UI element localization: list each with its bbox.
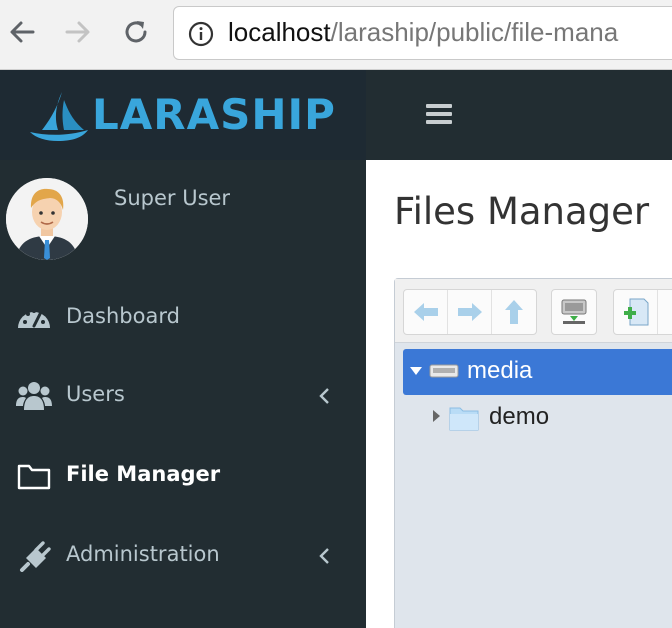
reload-icon <box>125 21 147 43</box>
plug-icon <box>20 541 51 572</box>
caret-right-icon[interactable] <box>431 409 441 423</box>
tree-item-label: demo <box>489 403 550 430</box>
arrow-left-icon <box>10 21 35 43</box>
file-actions-button-group <box>613 289 672 335</box>
url-path: /laraship/public/file-mana <box>330 17 619 47</box>
sidebar-item-users[interactable]: Users <box>0 366 366 426</box>
tree-item-label: media <box>467 357 533 384</box>
folder-icon <box>17 464 51 490</box>
browser-toolbar: localhost/laraship/public/file-mana <box>0 0 672 70</box>
users-icon <box>16 382 52 410</box>
sidebar-toggle-button[interactable] <box>426 104 452 126</box>
back-button[interactable] <box>404 290 448 334</box>
logo[interactable]: LARASHIP <box>0 70 366 160</box>
page-title: Files Manager <box>394 190 650 233</box>
caret-down-icon[interactable] <box>409 365 423 377</box>
home-button-group <box>551 289 597 335</box>
sidebar-item-label: Dashboard <box>66 304 180 328</box>
tree-item-media[interactable]: media <box>403 349 672 395</box>
info-icon[interactable] <box>188 21 214 47</box>
new-file-icon <box>623 298 648 326</box>
user-avatar-icon <box>6 178 88 260</box>
arrow-left-icon <box>413 303 438 321</box>
sidebar: Super User Dashboard Users File Manager … <box>0 160 366 628</box>
toolbar-button[interactable] <box>658 290 672 334</box>
forward-button[interactable] <box>60 14 96 50</box>
home-drive-button[interactable] <box>552 290 596 334</box>
drive-icon <box>429 364 459 378</box>
dashboard-icon <box>18 309 50 328</box>
file-manager-panel: media demo <box>394 278 672 628</box>
arrow-right-icon <box>65 21 90 43</box>
file-manager-toolbar <box>395 279 672 343</box>
navigation-button-group <box>403 289 537 335</box>
url-text: localhost/laraship/public/file-mana <box>228 17 618 48</box>
sidebar-item-label: File Manager <box>66 462 221 486</box>
app-header: LARASHIP <box>0 70 672 160</box>
sidebar-item-file-manager[interactable]: File Manager <box>0 446 366 506</box>
arrow-up-icon <box>505 300 523 324</box>
main-content: Files Manager media demo <box>366 160 672 628</box>
new-file-button[interactable] <box>614 290 658 334</box>
drive-icon <box>561 299 587 324</box>
arrow-right-icon <box>457 303 482 321</box>
tree-item-demo[interactable]: demo <box>403 395 672 441</box>
chevron-left-icon <box>319 548 329 564</box>
sidebar-item-label: Users <box>66 382 125 406</box>
avatar <box>6 178 88 260</box>
sidebar-item-dashboard[interactable]: Dashboard <box>0 288 366 348</box>
folder-icon <box>449 407 479 431</box>
user-name: Super User <box>114 186 231 210</box>
back-button[interactable] <box>4 14 40 50</box>
address-bar[interactable]: localhost/laraship/public/file-mana <box>173 6 672 60</box>
logo-text: LARASHIP <box>92 90 336 139</box>
sidebar-item-label: Administration <box>66 542 220 566</box>
url-host: localhost <box>228 17 331 47</box>
chevron-left-icon <box>319 388 329 404</box>
sidebar-item-administration[interactable]: Administration <box>0 526 366 586</box>
up-button[interactable] <box>492 290 536 334</box>
reload-button[interactable] <box>118 14 154 50</box>
sail-logo-icon <box>30 92 88 141</box>
forward-button[interactable] <box>448 290 492 334</box>
